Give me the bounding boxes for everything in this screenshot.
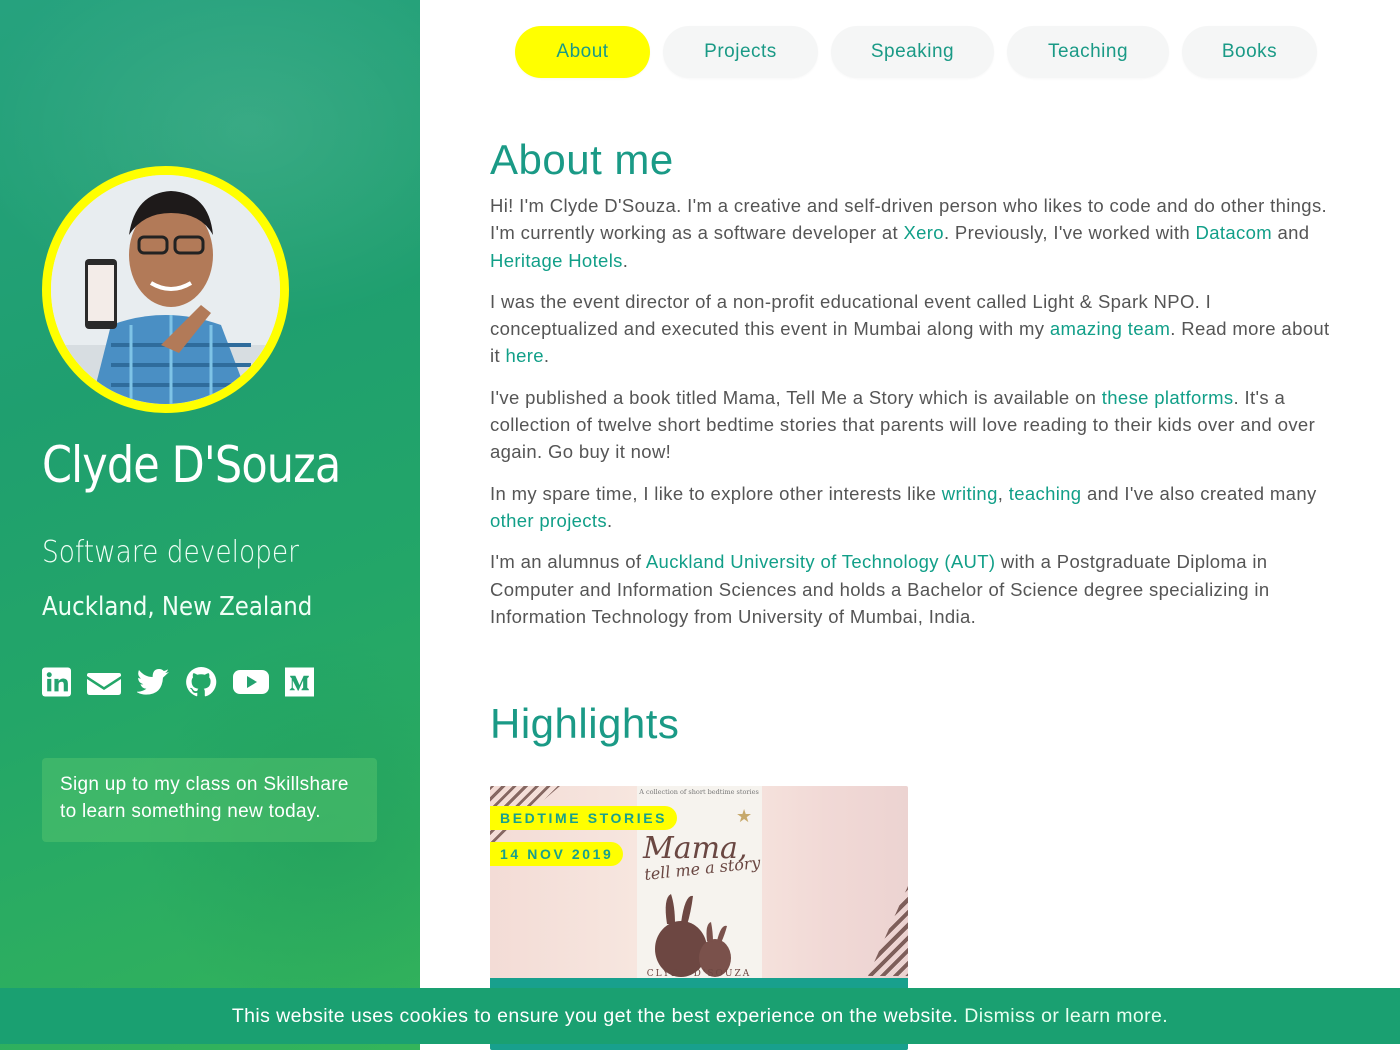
text: . (606, 509, 613, 531)
skillshare-promo[interactable]: Sign up to my class on Skillshare to lea… (42, 758, 377, 842)
text: , (997, 482, 1009, 504)
nav-about[interactable]: About (515, 26, 650, 78)
link-writing[interactable]: writing (942, 483, 998, 504)
decor-stripes (868, 886, 908, 976)
about-paragraph-1: Hi! I'm Clyde D'Souza. I'm a creative an… (490, 192, 1340, 274)
github-icon[interactable] (185, 666, 217, 698)
link-heritage-hotels[interactable]: Heritage Hotels (490, 250, 623, 271)
about-title: About me (490, 136, 674, 183)
about-paragraph-5: I'm an alumnus of Auckland University of… (490, 548, 1340, 630)
nav-teaching[interactable]: Teaching (1007, 26, 1169, 78)
cookie-banner: This website uses cookies to ensure you … (0, 988, 1400, 1044)
cookie-dismiss-link[interactable]: Dismiss or learn more. (964, 1005, 1168, 1028)
nav-books[interactable]: Books (1182, 26, 1317, 78)
main-nav: About Projects Speaking Teaching Books (515, 26, 1317, 78)
about-paragraph-4: In my spare time, I like to explore othe… (490, 480, 1340, 535)
twitter-icon[interactable] (136, 666, 169, 698)
cookie-text: This website uses cookies to ensure you … (231, 1004, 959, 1027)
link-amazing-team[interactable]: amazing team (1050, 318, 1170, 339)
medium-icon[interactable] (285, 666, 314, 698)
social-links (42, 666, 314, 698)
sidebar: Clyde D'Souza Software developer Aucklan… (0, 0, 420, 1050)
text: . (543, 345, 550, 367)
text: In my spare time, I like to explore othe… (490, 482, 942, 504)
link-here[interactable]: here (505, 345, 543, 366)
profile-location: Auckland, New Zealand (42, 592, 313, 622)
nav-speaking[interactable]: Speaking (831, 26, 994, 78)
tag-date: 14 NOV 2019 (490, 842, 624, 866)
link-teaching[interactable]: teaching (1009, 483, 1082, 504)
about-paragraph-2: I was the event director of a non-profit… (490, 288, 1340, 370)
link-datacom[interactable]: Datacom (1196, 222, 1272, 243)
link-other-projects[interactable]: other projects (490, 510, 607, 531)
highlights-title: Highlights (490, 700, 680, 747)
book-caption: A collection of short bedtime stories (638, 788, 759, 796)
profile-role: Software developer (42, 535, 299, 570)
text: I've published a book titled Mama, Tell … (490, 386, 1102, 408)
text: I'm an alumnus of (490, 551, 646, 573)
about-section: About me Hi! I'm Clyde D'Souza. I'm a cr… (490, 136, 1340, 644)
youtube-icon[interactable] (233, 666, 269, 698)
link-xero[interactable]: Xero (903, 222, 943, 243)
profile-photo (42, 166, 289, 413)
nav-projects[interactable]: Projects (663, 26, 818, 78)
svg-text:★: ★ (736, 806, 752, 827)
tag-category: BEDTIME STORIES (490, 806, 678, 830)
link-aut[interactable]: Auckland University of Technology (AUT) (646, 551, 996, 572)
about-paragraph-3: I've published a book titled Mama, Tell … (490, 384, 1340, 466)
text: and I've also created many (1081, 482, 1317, 504)
highlights-section: Highlights (490, 700, 679, 756)
linkedin-icon[interactable] (42, 666, 71, 698)
text: . (622, 249, 629, 271)
link-these-platforms[interactable]: these platforms (1102, 387, 1234, 408)
book-author: CLYDE D'SOUZA (647, 969, 751, 978)
profile-name: Clyde D'Souza (42, 436, 341, 494)
text: . Previously, I've worked with (943, 222, 1196, 244)
text: and (1271, 222, 1310, 244)
email-icon[interactable] (87, 666, 121, 698)
